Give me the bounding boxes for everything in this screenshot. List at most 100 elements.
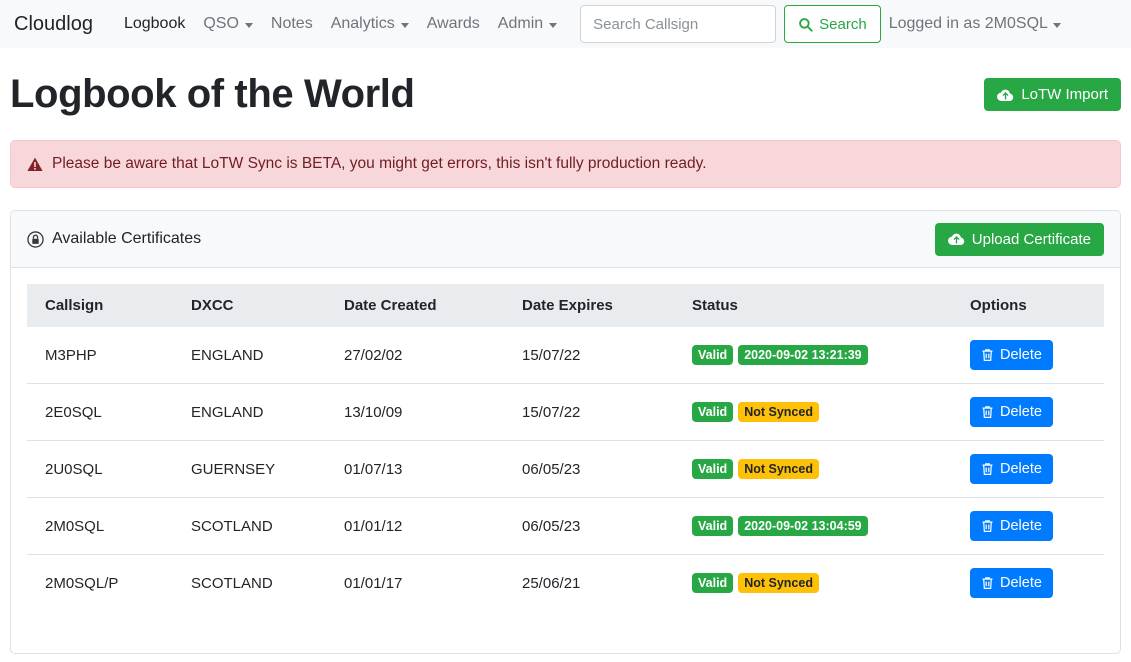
cell-expires: 06/05/23 [504,497,674,555]
lotw-import-button[interactable]: LoTW Import [984,78,1121,111]
status-badge: 2020-09-02 13:04:59 [738,515,868,537]
table-col-dxcc: DXCC [173,284,326,327]
trash-icon [981,462,994,476]
chevron-down-icon [400,22,409,28]
cell-expires: 15/07/22 [504,383,674,441]
nav-item-label: QSO [203,15,239,32]
cell-expires: 25/06/21 [504,554,674,611]
cell-dxcc: GUERNSEY [173,440,326,498]
search-button-label: Search [819,15,867,33]
delete-button[interactable]: Delete [970,340,1053,370]
delete-button-label: Delete [1000,404,1042,420]
cloud-upload-icon [997,88,1014,102]
delete-button[interactable]: Delete [970,454,1053,484]
cell-callsign: 2M0SQL [27,497,173,555]
cell-dxcc: SCOTLAND [173,554,326,611]
cell-status: Valid 2020-09-02 13:21:39 [674,327,952,384]
nav-item-label: Awards [426,15,480,32]
certificates-card: Available Certificates Upload Certificat… [10,210,1121,654]
cell-status: Valid Not Synced [674,554,952,611]
status-badge: Not Synced [738,458,819,480]
nav-item-label: Analytics [330,15,395,32]
delete-button-label: Delete [1000,575,1042,591]
nav-item-notes[interactable]: Notes [262,7,322,41]
nav-item-awards[interactable]: Awards [418,7,489,41]
table-body: M3PHP ENGLAND 27/02/02 15/07/22 Valid 2020-09… [27,327,1104,611]
nav-item-label: Admin [497,15,544,32]
table-col-options: Options [952,284,1104,327]
table-row: 2E0SQL ENGLAND 13/10/09 15/07/22 Valid Not Sy… [27,383,1104,441]
status-badge: Valid [692,458,734,480]
search-input[interactable] [580,5,777,43]
chevron-down-icon [549,22,558,28]
delete-button-label: Delete [1000,518,1042,534]
cell-options: Delete [952,497,1104,555]
cell-callsign: 2U0SQL [27,440,173,498]
page-title: Logbook of the World [10,72,415,116]
lotw-import-label: LoTW Import [1021,86,1108,103]
card-body: Callsign DXCC Date Created Date Expires Stat… [11,268,1120,627]
status-badge: Valid [692,572,734,594]
card-header: Available Certificates Upload Certificat… [11,211,1120,268]
delete-button[interactable]: Delete [970,568,1053,598]
status-badge: Not Synced [738,401,819,423]
nav-item-qso[interactable]: QSO [194,7,262,41]
caret-down-icon [1052,22,1061,28]
chevron-down-icon [244,22,253,28]
cell-created: 01/01/17 [326,554,504,611]
trash-icon [981,576,994,590]
nav-item-logbook[interactable]: Logbook [115,7,194,41]
nav-item-admin[interactable]: Admin [489,7,566,41]
cell-dxcc: ENGLAND [191,346,264,364]
brand-logo[interactable]: Cloudlog [10,11,97,38]
status-badge: 2020-09-02 13:21:39 [738,344,868,366]
certificate-lock-icon [27,230,44,248]
cell-status: Valid Not Synced [674,440,952,498]
cell-created: 13/10/09 [326,383,504,441]
cell-created: 01/01/12 [326,497,504,555]
certificates-table: Callsign DXCC Date Created Date Expires Stat… [27,284,1104,611]
cell-created: 27/02/02 [344,346,403,364]
page-title-row: Logbook of the World LoTW Import [10,48,1121,117]
status-badge: Not Synced [738,572,819,594]
cell-options: Delete [952,440,1104,498]
status-badge: Valid [692,401,734,423]
cell-status: Valid Not Synced [674,383,952,441]
delete-button-label: Delete [1000,347,1042,363]
cell-callsign: M3PHP [45,346,97,364]
table-col-status: Status [674,284,952,327]
trash-icon [981,519,994,533]
nav-item-analytics[interactable]: Analytics [322,7,418,41]
card-header-title: Available Certificates [27,230,201,248]
beta-warning-alert: Please be aware that LoTW Sync is BETA, … [10,140,1121,188]
delete-button[interactable]: Delete [970,511,1053,541]
warning-triangle-icon [27,157,43,172]
table-head: Callsign DXCC Date Created Date Expires Stat… [27,284,1104,327]
table-row: 2M0SQL/P SCOTLAND 01/01/17 25/06/21 Valid Not… [27,554,1104,611]
table-row: 2U0SQL GUERNSEY 01/07/13 06/05/23 Valid Not S… [27,440,1104,498]
card-header-label: Available Certificates [52,230,202,247]
user-menu[interactable]: Logged in as 2M0SQL [889,15,1061,33]
cell-options: Delete [952,383,1104,441]
beta-warning-text: Please be aware that LoTW Sync is BETA, … [52,155,707,172]
upload-certificate-button[interactable]: Upload Certificate [934,222,1104,256]
cell-options: Delete [952,554,1104,611]
user-menu-label: Logged in as 2M0SQL [888,15,1048,32]
delete-button-label: Delete [1000,461,1042,477]
cell-expires: 06/05/23 [504,440,674,498]
cell-created: 01/07/13 [326,440,504,498]
status-badge: Valid [692,515,734,537]
cell-options: Delete [952,327,1104,384]
cell-dxcc: ENGLAND [173,383,326,441]
search-area: Search [580,5,881,43]
trash-icon [981,348,994,362]
table-col-callsign: Callsign [27,284,173,327]
status-badge: Valid [692,344,734,366]
cell-callsign: 2M0SQL/P [27,554,173,611]
table-col-expires: Date Expires [504,284,674,327]
cell-dxcc: SCOTLAND [173,497,326,555]
delete-button[interactable]: Delete [970,397,1053,427]
search-button[interactable]: Search [784,5,881,43]
top-navbar: Cloudlog Logbook QSO Notes Analytics Awards A… [0,0,1131,48]
table-header-row: Callsign DXCC Date Created Date Expires Stat… [27,284,1104,327]
